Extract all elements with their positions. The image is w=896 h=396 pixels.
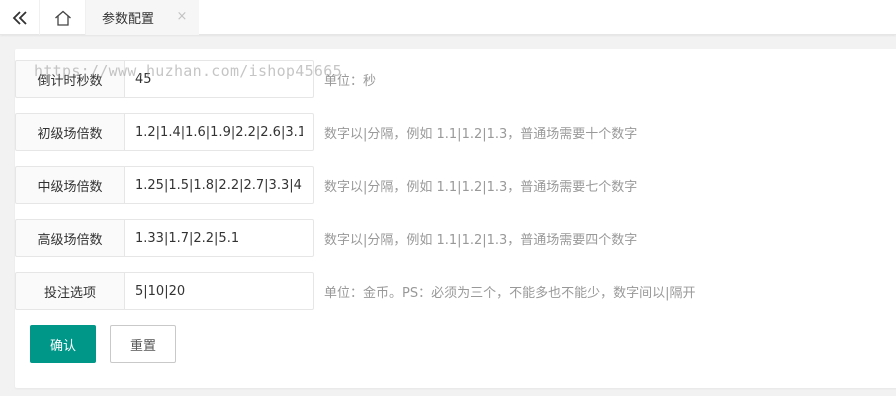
field-label: 倒计时秒数 [15, 60, 125, 98]
double-chevron-left-icon [12, 10, 27, 25]
collapse-sidebar-button[interactable] [0, 0, 40, 35]
form-row-senior: 高级场倍数 数字以|分隔，例如 1.1|1.2|1.3，普通场需要四个数字 [15, 219, 895, 257]
field-label: 投注选项 [15, 272, 125, 310]
field-hint: 单位：秒 [324, 73, 377, 89]
field-label: 初级场倍数 [15, 113, 125, 151]
field-hint: 数字以|分隔，例如 1.1|1.2|1.3，普通场需要四个数字 [324, 232, 638, 248]
home-tab[interactable] [40, 0, 86, 35]
bet-options-input[interactable] [124, 272, 314, 310]
field-hint: 数字以|分隔，例如 1.1|1.2|1.3，普通场需要七个数字 [324, 179, 638, 195]
tab-params-config[interactable]: 参数配置 × [86, 0, 199, 35]
confirm-button[interactable]: 确认 [30, 325, 96, 363]
senior-multiplier-input[interactable] [124, 219, 314, 257]
junior-multiplier-input[interactable] [124, 113, 314, 151]
form-row-bet-options: 投注选项 单位：金币。PS：必须为三个，不能多也不能少，数字间以|隔开 [15, 272, 895, 310]
field-label: 中级场倍数 [15, 166, 125, 204]
form-row-intermediate: 中级场倍数 数字以|分隔，例如 1.1|1.2|1.3，普通场需要七个数字 [15, 166, 895, 204]
field-hint: 数字以|分隔，例如 1.1|1.2|1.3，普通场需要十个数字 [324, 126, 638, 142]
home-icon [54, 10, 71, 26]
tab-label: 参数配置 [102, 12, 155, 27]
countdown-seconds-input[interactable] [124, 60, 314, 98]
intermediate-multiplier-input[interactable] [124, 166, 314, 204]
form-row-countdown: 倒计时秒数 单位：秒 [15, 60, 895, 98]
form-row-junior: 初级场倍数 数字以|分隔，例如 1.1|1.2|1.3，普通场需要十个数字 [15, 113, 895, 151]
reset-button[interactable]: 重置 [110, 325, 176, 363]
close-icon[interactable]: × [176, 10, 188, 24]
tab-bar: 参数配置 × [0, 0, 896, 35]
field-hint: 单位：金币。PS：必须为三个，不能多也不能少，数字间以|隔开 [324, 285, 696, 301]
field-label: 高级场倍数 [15, 219, 125, 257]
